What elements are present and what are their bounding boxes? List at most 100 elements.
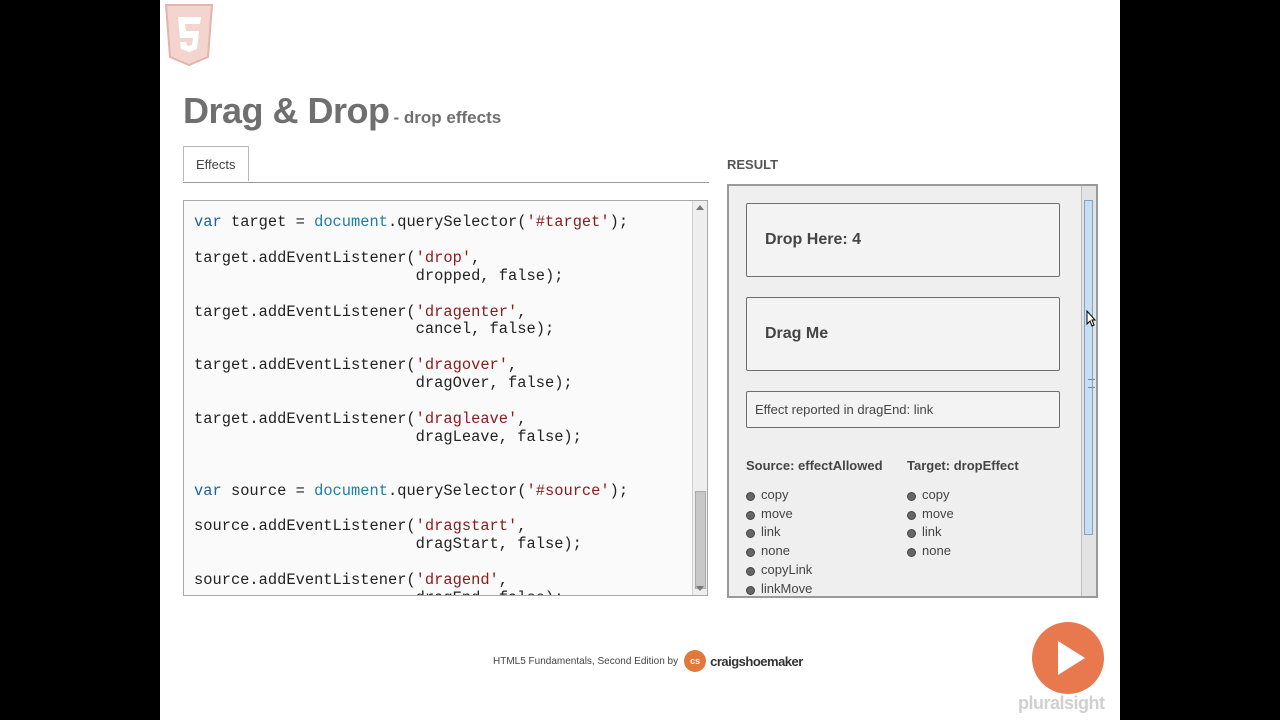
drop-target[interactable]: Drop Here: 4 (746, 203, 1060, 277)
source-option-none[interactable]: none (746, 541, 883, 560)
effect-report: Effect reported in dragEnd: link (746, 391, 1060, 428)
code-token: 'dragleave' (415, 409, 518, 428)
code-line: var source = document.querySelector('#so… (194, 481, 629, 501)
scroll-down-arrow-icon[interactable] (696, 586, 704, 591)
title-main: Drag & Drop (183, 90, 390, 131)
code-line: target.addEventListener('dragenter', (194, 302, 628, 322)
code-token: .querySelector( (387, 481, 527, 500)
code-token: target.addEventListener( (194, 248, 416, 267)
target-option-move[interactable]: move (907, 504, 1019, 523)
source-option-move[interactable]: move (746, 504, 883, 523)
code-token: dragStart, false); (194, 535, 582, 554)
code-token: dragLeave, false); (194, 427, 582, 446)
radio-button[interactable] (907, 491, 916, 501)
target-option-copy[interactable]: copy (907, 485, 1019, 504)
source-group-title: Source: effectAllowed (746, 458, 883, 473)
code-line: dragEnd, false); (194, 589, 628, 595)
code-line: target.addEventListener('dragover', (194, 356, 628, 375)
mouse-cursor-icon (1086, 310, 1096, 327)
author-name: craigshoemaker (710, 653, 803, 669)
source-option-link[interactable]: link (746, 523, 883, 542)
scroll-up-arrow-icon[interactable] (696, 205, 704, 210)
radio-button[interactable] (746, 529, 755, 539)
source-effect-allowed-group: Source: effectAllowed copy move link none co… (746, 458, 883, 596)
scrollbar-thumb[interactable] (695, 491, 706, 589)
code-line: source.addEventListener('dragstart', (194, 517, 628, 536)
code-token: , (498, 571, 509, 590)
radio-button[interactable] (746, 510, 755, 520)
code-line: cancel, false); (194, 320, 628, 339)
source-option-copylink[interactable]: copyLink (746, 560, 883, 579)
code-token: , (517, 517, 527, 536)
option-label: none (922, 543, 951, 559)
code-line: target.addEventListener('drop', (194, 248, 628, 268)
option-label: copy (922, 486, 950, 502)
footer: HTML5 Fundamentals, Second Edition by cs… (493, 650, 803, 672)
radio-button[interactable] (746, 585, 755, 595)
target-drop-effect-group: Target: dropEffect copy move link none (907, 458, 1019, 560)
option-label: linkMove (761, 580, 813, 596)
option-label: move (761, 505, 793, 521)
code-token: , (517, 409, 527, 428)
code-token: var (194, 481, 222, 500)
code-token: dropped, false); (194, 266, 564, 285)
option-label: copy (761, 486, 789, 502)
code-content[interactable]: var target = document.querySelector('#ta… (194, 213, 629, 595)
code-token: target.addEventListener( (194, 356, 416, 375)
code-token: target.addEventListener( (194, 409, 416, 428)
code-token: 'dragstart' (415, 517, 518, 536)
code-token: .querySelector( (387, 213, 527, 231)
source-option-linkmove[interactable]: linkMove (746, 579, 883, 596)
code-line: dragLeave, false); (194, 427, 628, 447)
radio-button[interactable] (907, 529, 916, 539)
slide: Drag & Drop - drop effects Effects RESULT… (160, 0, 1120, 720)
code-token: cancel, false); (194, 320, 555, 339)
code-line: source.addEventListener('dragend', (194, 571, 628, 590)
code-editor[interactable]: var target = document.querySelector('#ta… (183, 200, 708, 596)
radio-button[interactable] (907, 548, 916, 558)
tab-effects[interactable]: Effects (183, 146, 249, 181)
code-token: '#target' (526, 213, 610, 231)
radio-button[interactable] (746, 491, 755, 501)
code-scrollbar[interactable] (692, 201, 707, 595)
option-label: move (922, 505, 954, 521)
source-option-copy[interactable]: copy (746, 485, 883, 504)
option-label: copyLink (761, 562, 813, 578)
code-line: dragOver, false); (194, 374, 628, 393)
code-token: dragOver, false); (194, 374, 573, 393)
grip-icon (1088, 379, 1095, 388)
option-label: link (922, 524, 942, 540)
option-label: none (761, 543, 790, 559)
result-scrollbar[interactable] (1081, 186, 1096, 596)
code-line: dragStart, false); (194, 535, 628, 554)
target-option-none[interactable]: none (907, 541, 1019, 560)
target-option-link[interactable]: link (907, 523, 1019, 542)
code-token: target.addEventListener( (194, 302, 416, 321)
html5-logo-icon (164, 4, 214, 67)
pluralsight-play-icon (1032, 622, 1104, 694)
code-token: source.addEventListener( (194, 571, 416, 590)
code-token: var (194, 213, 222, 231)
code-token: 'dragend' (415, 571, 499, 590)
code-token: 'drop' (415, 248, 472, 267)
radio-button[interactable] (746, 548, 755, 558)
target-group-title: Target: dropEffect (907, 458, 1019, 473)
code-token: '#source' (526, 481, 610, 500)
radio-button[interactable] (746, 567, 755, 577)
code-token: source = (221, 481, 315, 500)
code-line: var target = document.querySelector('#ta… (194, 213, 629, 232)
code-token: ); (609, 481, 629, 500)
code-token: 'dragenter' (415, 302, 518, 321)
code-token: , (471, 248, 481, 267)
result-scrollbar-thumb[interactable] (1084, 200, 1095, 535)
drag-source[interactable]: Drag Me (746, 297, 1060, 371)
code-token: ); (609, 213, 629, 231)
radio-button[interactable] (907, 510, 916, 520)
tab-bar: Effects (183, 146, 709, 183)
code-token: document (314, 481, 388, 500)
